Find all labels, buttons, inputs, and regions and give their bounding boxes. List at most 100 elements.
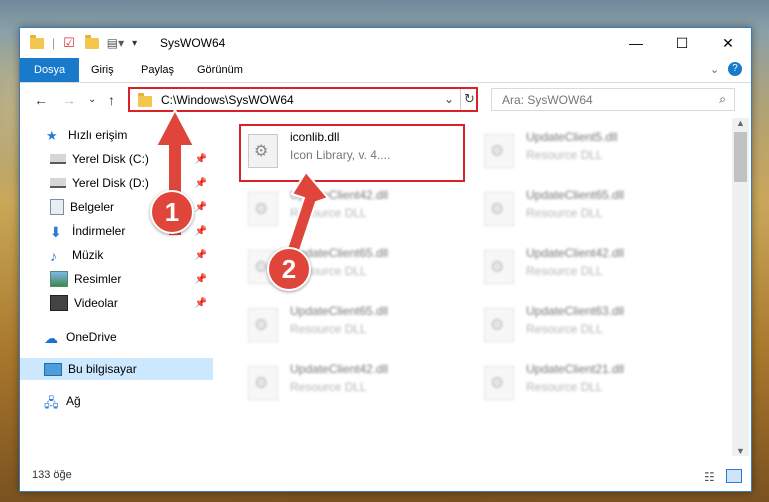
pin-icon[interactable]: 📌 [195, 298, 207, 309]
sidebar-item-label: Yerel Disk (C:) [72, 152, 149, 166]
separator: | [52, 36, 56, 50]
sidebar-item-onedrive[interactable]: ☁ OneDrive [20, 326, 213, 348]
scroll-thumb[interactable] [734, 132, 747, 182]
sidebar-item-music[interactable]: ♪ Müzik 📌 [20, 244, 213, 266]
file-item[interactable]: UpdateClient65.dll Resource DLL [478, 182, 708, 240]
file-name: UpdateClient65.dll [526, 188, 625, 202]
scroll-up-icon[interactable]: ▲ [736, 118, 745, 128]
file-item[interactable]: UpdateClient42.dll Resource DLL [478, 240, 708, 298]
file-description: Resource DLL [526, 148, 603, 162]
search-placeholder: Ara: SysWOW64 [502, 93, 593, 107]
file-name: UpdateClient5.dll [526, 130, 618, 144]
dll-file-icon [484, 134, 514, 168]
sidebar-item-label: Videolar [74, 296, 118, 310]
dll-file-icon [484, 192, 514, 226]
step-badge-1: 1 [150, 190, 194, 234]
folder-icon [30, 34, 44, 49]
file-item[interactable]: UpdateClient63.dll Resource DLL [478, 298, 708, 356]
file-description: Resource DLL [526, 380, 603, 394]
item-count: 133 öğe [32, 469, 72, 481]
cloud-icon: ☁ [44, 330, 58, 346]
drive-icon [50, 178, 66, 188]
forward-arrow-icon[interactable]: → [62, 92, 76, 108]
video-icon [50, 295, 68, 311]
help-icon[interactable]: ? [728, 62, 742, 76]
sidebar-item-label: Bu bilgisayar [68, 362, 137, 376]
recent-dropdown-icon[interactable]: ⌄ [88, 94, 96, 105]
computer-icon [44, 362, 62, 376]
search-input[interactable]: Ara: SysWOW64 ⌕ [491, 88, 735, 111]
dll-file-icon [484, 308, 514, 342]
minimize-button[interactable]: — [613, 28, 659, 58]
file-description: Resource DLL [526, 206, 603, 220]
dll-file-icon [248, 308, 278, 342]
dll-file-icon [484, 250, 514, 284]
refresh-icon[interactable]: ↻ [464, 91, 475, 107]
address-path[interactable]: C:\Windows\SysWOW64 [161, 93, 294, 107]
drive-icon [50, 154, 66, 164]
file-description: Resource DLL [526, 322, 603, 336]
address-dropdown-icon[interactable]: ⌄ [444, 92, 454, 106]
details-view-icon[interactable]: ☷ [704, 470, 715, 484]
folder-icon [138, 93, 152, 107]
tab-file[interactable]: Dosya [20, 58, 80, 82]
network-icon: 🖧 [44, 395, 59, 410]
dropdown-arrow-icon[interactable]: ▾ [132, 38, 137, 49]
ribbon-expand-icon[interactable]: ⌄ [710, 63, 719, 76]
sidebar-item-label: Müzik [72, 248, 104, 262]
tab-share[interactable]: Paylaş [141, 58, 174, 82]
file-description: Resource DLL [290, 322, 367, 336]
file-description: Resource DLL [290, 380, 367, 394]
large-icons-view-icon[interactable] [726, 469, 742, 483]
tab-view[interactable]: Görünüm [197, 58, 243, 82]
file-name: UpdateClient21.dll [526, 362, 625, 376]
up-arrow-icon[interactable]: ↑ [108, 92, 115, 108]
tab-home[interactable]: Giriş [91, 58, 114, 82]
file-name: UpdateClient42.dll [526, 246, 625, 260]
separator [460, 89, 461, 110]
download-icon: ⬇ [50, 224, 62, 240]
title-bar: | ☑ ▤▾ ▾ SysWOW64 — ☐ ✕ [20, 28, 751, 58]
file-name: UpdateClient63.dll [526, 304, 625, 318]
sidebar-item-network[interactable]: 🖧 Ağ [20, 390, 213, 412]
file-item[interactable]: UpdateClient5.dll Resource DLL [478, 124, 708, 182]
file-name: UpdateClient65.dll [290, 304, 389, 318]
sidebar-item-label: Yerel Disk (D:) [72, 176, 149, 190]
sidebar-item-label: OneDrive [66, 330, 117, 344]
customize-icon[interactable]: ▤▾ [107, 36, 124, 50]
properties-icon[interactable]: ☑ [63, 35, 75, 51]
sidebar-item-label: İndirmeler [72, 224, 126, 238]
ribbon: Dosya Giriş Paylaş Görünüm ⌄ ? [20, 58, 751, 83]
scroll-down-icon[interactable]: ▼ [736, 446, 745, 456]
sidebar-item-label: Resimler [74, 272, 122, 286]
vertical-scrollbar[interactable]: ▲ ▼ [732, 118, 749, 456]
file-item[interactable]: UpdateClient42.dll Resource DLL [242, 356, 472, 414]
file-name: UpdateClient42.dll [290, 362, 389, 376]
status-bar: 133 öğe ☷ [20, 465, 751, 490]
star-icon: ★ [46, 128, 58, 143]
address-row: ← → ⌄ ↑ C:\Windows\SysWOW64 ⌄ ↻ Ara: Sys… [20, 84, 751, 116]
search-icon[interactable]: ⌕ [719, 92, 726, 107]
window-title: SysWOW64 [160, 36, 226, 50]
sidebar-item-pictures[interactable]: Resimler 📌 [20, 268, 213, 290]
dll-file-icon [248, 366, 278, 400]
sidebar-item-this-pc[interactable]: Bu bilgisayar [20, 358, 213, 380]
pin-icon[interactable]: 📌 [195, 274, 207, 285]
sidebar-item-videos[interactable]: Videolar 📌 [20, 292, 213, 314]
dll-file-icon [484, 366, 514, 400]
new-folder-icon[interactable] [84, 34, 99, 49]
pin-icon[interactable]: 📌 [195, 250, 207, 261]
file-item[interactable]: UpdateClient65.dll Resource DLL [242, 298, 472, 356]
quick-access-toolbar: | ☑ ▤▾ ▾ [30, 34, 137, 52]
maximize-button[interactable]: ☐ [659, 28, 705, 58]
pictures-icon [50, 271, 68, 287]
documents-icon [50, 199, 64, 215]
file-explorer-window: | ☑ ▤▾ ▾ SysWOW64 — ☐ ✕ Dosya Giriş Payl… [19, 27, 752, 492]
step-badge-2: 2 [267, 247, 311, 291]
back-arrow-icon[interactable]: ← [34, 92, 48, 108]
sidebar-item-label: Ağ [66, 394, 81, 408]
close-button[interactable]: ✕ [705, 28, 751, 58]
music-icon: ♪ [50, 248, 57, 264]
file-item[interactable]: UpdateClient21.dll Resource DLL [478, 356, 708, 414]
file-description: Resource DLL [526, 264, 603, 278]
